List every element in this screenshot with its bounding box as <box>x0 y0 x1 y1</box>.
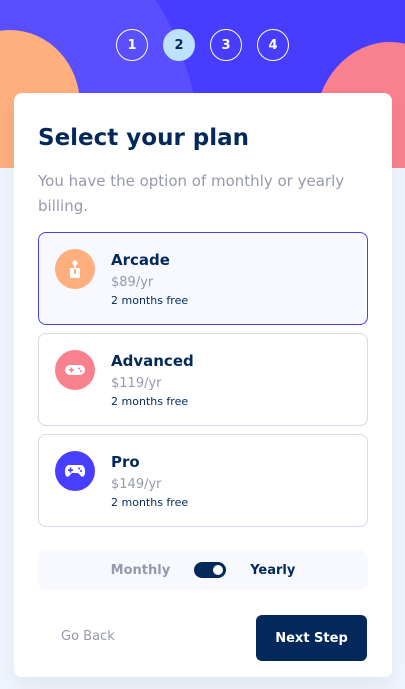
toggle-knob <box>213 565 224 575</box>
controller-icon <box>55 451 95 491</box>
plan-option-advanced[interactable]: Advanced $119/yr 2 months free <box>38 333 368 426</box>
step-2: 2 <box>163 29 195 61</box>
plan-price: $89/yr <box>111 275 154 290</box>
step-4: 4 <box>257 29 289 61</box>
plan-option-arcade[interactable]: Arcade $89/yr 2 months free <box>38 232 368 325</box>
billing-monthly-label[interactable]: Monthly <box>111 563 171 578</box>
plan-name: Arcade <box>111 251 170 269</box>
billing-toggle-bar: Monthly Yearly <box>38 550 368 590</box>
plan-option-pro[interactable]: Pro $149/yr 2 months free <box>38 434 368 527</box>
billing-toggle[interactable] <box>194 562 227 578</box>
plan-price: $119/yr <box>111 376 162 391</box>
step-1: 1 <box>116 29 148 61</box>
billing-yearly-label[interactable]: Yearly <box>250 563 295 578</box>
gamepad-icon <box>55 350 95 390</box>
plan-promo: 2 months free <box>111 496 189 509</box>
plan-name: Advanced <box>111 352 194 370</box>
plan-name: Pro <box>111 453 140 471</box>
form-card: Select your plan You have the option of … <box>14 93 392 677</box>
page-subtitle: You have the option of monthly or yearly… <box>38 172 345 215</box>
next-step-button[interactable]: Next Step <box>256 615 367 661</box>
step-indicator: 1 2 3 4 <box>0 29 405 61</box>
plan-promo: 2 months free <box>111 294 189 307</box>
step-3: 3 <box>210 29 242 61</box>
plan-list: Arcade $89/yr 2 months free Advanced $11… <box>38 232 368 535</box>
plan-promo: 2 months free <box>111 395 189 408</box>
go-back-button[interactable]: Go Back <box>61 629 115 644</box>
page-title: Select your plan <box>38 125 250 151</box>
plan-price: $149/yr <box>111 477 162 492</box>
arcade-joystick-icon <box>55 249 95 289</box>
